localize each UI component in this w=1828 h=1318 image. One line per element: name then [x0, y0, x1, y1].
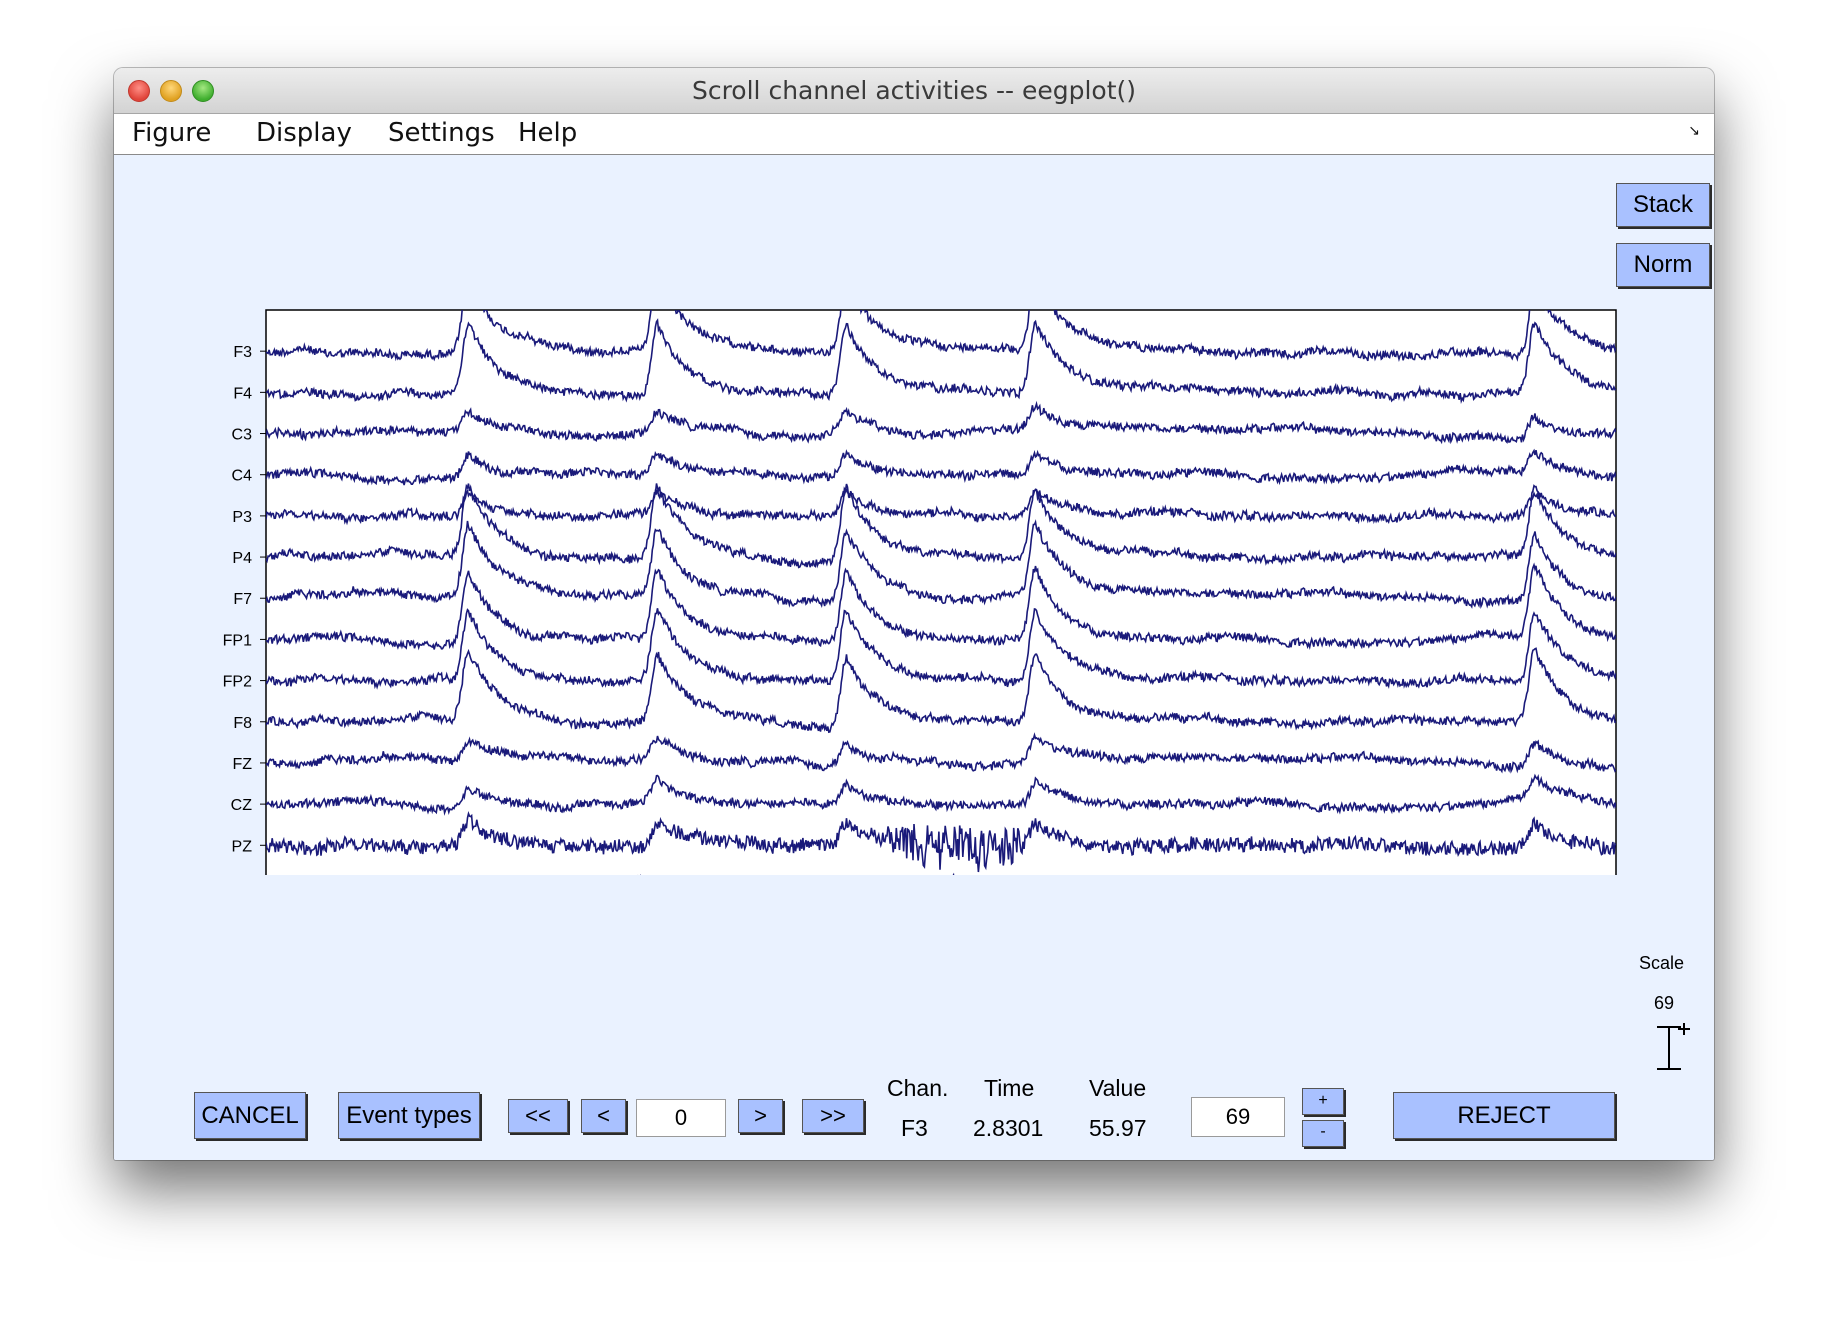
scale-increase-button[interactable]: +	[1302, 1088, 1344, 1115]
channel-label-pz: PZ	[232, 838, 253, 855]
channel-label-c3: C3	[232, 427, 253, 444]
eegplot-window: Scroll channel activities -- eegplot() F…	[114, 68, 1714, 1160]
value-value: 55.97	[1089, 1115, 1147, 1141]
scroll-back-far-button[interactable]: <<	[508, 1099, 568, 1133]
chan-header: Chan.	[887, 1075, 949, 1101]
channel-label-f3: F3	[233, 344, 252, 361]
menu-bar: Figure Display Settings Help ↘	[114, 114, 1714, 155]
scale-decrease-button[interactable]: -	[1302, 1120, 1344, 1147]
dock-arrow-icon[interactable]: ↘	[1688, 122, 1700, 139]
channel-label-fp2: FP2	[223, 674, 252, 691]
time-header: Time	[984, 1075, 1035, 1101]
channel-label-f7: F7	[233, 591, 252, 608]
scale-field[interactable]	[1191, 1097, 1285, 1137]
reject-button[interactable]: REJECT	[1393, 1092, 1615, 1139]
menu-display[interactable]: Display	[256, 118, 352, 148]
channel-label-c4: C4	[232, 468, 253, 485]
window-position-field[interactable]	[636, 1099, 726, 1137]
figure-area: Stack Norm F3F4C3C4P3P4F7FP1FP2F8FZCZPZV…	[114, 155, 1714, 1160]
scroll-back-button[interactable]: <	[581, 1099, 626, 1133]
cancel-button[interactable]: CANCEL	[194, 1092, 306, 1139]
event-types-button[interactable]: Event types	[338, 1092, 480, 1139]
channel-label-cz: CZ	[231, 797, 253, 814]
time-value: 2.8301	[973, 1115, 1044, 1141]
scroll-forward-button[interactable]: >	[738, 1099, 783, 1133]
menu-figure[interactable]: Figure	[132, 118, 211, 148]
window-title: Scroll channel activities -- eegplot()	[691, 76, 1137, 105]
channel-label-f4: F4	[233, 385, 252, 402]
value-header: Value	[1089, 1075, 1147, 1101]
channel-label-f8: F8	[233, 715, 252, 732]
menu-settings[interactable]: Settings	[388, 118, 495, 148]
eeg-plot[interactable]: F3F4C3C4P3P4F7FP1FP2F8FZCZPZVEOGA2HEOG 0…	[114, 155, 1714, 875]
channel-labels: F3F4C3C4P3P4F7FP1FP2F8FZCZPZVEOGA2HEOG	[223, 344, 266, 855]
channel-label-fz: FZ	[232, 756, 252, 773]
menu-help[interactable]: Help	[518, 118, 577, 148]
channel-label-p4: P4	[232, 550, 252, 567]
scale-label: Scale	[1639, 953, 1685, 973]
scroll-forward-far-button[interactable]: >>	[802, 1099, 864, 1133]
channel-label-p3: P3	[232, 509, 252, 526]
scale-value: 69	[1654, 993, 1675, 1013]
scale-bar-icon	[1657, 1023, 1690, 1070]
channel-label-fp1: FP1	[223, 632, 252, 649]
chan-value: F3	[901, 1115, 928, 1141]
title-bar: Scroll channel activities -- eegplot()	[114, 68, 1714, 114]
